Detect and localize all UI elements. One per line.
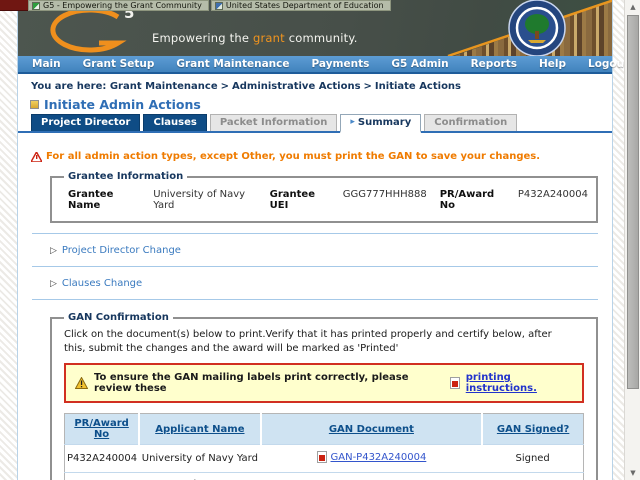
ed-favicon-icon — [214, 1, 223, 10]
cell-gan-document: GAN-P432A240004 — [260, 444, 483, 473]
grantee-uei-value: GGG777HHH888 — [342, 189, 427, 200]
section-clauses-change[interactable]: ▷ Clauses Change — [50, 278, 612, 289]
printing-alert: To ensure the GAN mailing labels print c… — [64, 363, 584, 403]
breadcrumb-item-administrative-actions[interactable]: Administrative Actions — [232, 81, 361, 92]
department-of-education-seal — [508, 0, 566, 56]
column-header-pr-award-no[interactable]: PR/Award No — [74, 418, 129, 440]
pr-award-no-label: PR/Award No — [439, 189, 495, 211]
window-tab-bar: G5 - Empowering the Grant Community Unit… — [28, 0, 391, 11]
section-project-director-change-label: Project Director Change — [61, 245, 181, 256]
grantee-uei-label: Grantee UEI — [269, 189, 315, 211]
g5-favicon-icon — [32, 1, 40, 10]
nav-item-reports[interactable]: Reports — [471, 58, 517, 70]
cell-award-no: P432A240004 — [64, 444, 140, 473]
breadcrumb-item-grant-maintenance[interactable]: Grant Maintenance — [110, 81, 218, 92]
breadcrumb: You are here: Grant Maintenance > Administ… — [18, 74, 612, 92]
breadcrumb-label: You are here: — [31, 81, 107, 92]
collapsed-arrow-icon: ▷ — [50, 245, 57, 256]
window-tab-label: G5 - Empowering the Grant Community — [43, 1, 202, 10]
collapsed-arrow-icon: ▷ — [50, 278, 57, 289]
grantee-information-section: Grantee Information Grantee Name Univers… — [50, 171, 598, 223]
pr-award-no-value: P432A240004 — [517, 189, 588, 200]
nav-item-payments[interactable]: Payments — [312, 58, 370, 70]
page-title-icon — [30, 100, 39, 109]
printing-alert-text: To ensure the GAN mailing labels print c… — [94, 372, 409, 394]
column-header-gan-document[interactable]: GAN Document — [329, 424, 414, 435]
page-title: Initiate Admin Actions — [44, 97, 201, 112]
main-nav: Main Grant Setup Grant Maintenance Payme… — [18, 56, 629, 74]
section-project-director-change[interactable]: ▷ Project Director Change — [50, 245, 612, 256]
cell-applicant-name: University of Navy Yard — [139, 444, 261, 473]
gan-document-table: PR/Award No Applicant Name GAN Document … — [64, 413, 584, 480]
tab-clauses[interactable]: Clauses — [143, 114, 207, 131]
current-tab-icon: ▸ — [350, 117, 355, 127]
window-corner-fragment — [0, 0, 28, 11]
pdf-icon[interactable] — [316, 451, 327, 463]
tab-project-director[interactable]: Project Director — [31, 114, 141, 131]
gan-confirmation-legend: GAN Confirmation — [68, 312, 169, 323]
pdf-icon — [449, 377, 460, 389]
window-tab-ed[interactable]: United States Department of Education — [210, 0, 391, 11]
divider — [32, 233, 598, 234]
cell-applicant-name: Merged GAN not available — [139, 472, 261, 480]
vertical-scrollbar[interactable]: ▲ ▼ — [624, 0, 640, 480]
gan-print-warning: For all admin action types, except Other… — [31, 151, 612, 162]
window-tab-g5[interactable]: G5 - Empowering the Grant Community — [28, 0, 209, 11]
grantee-information-legend: Grantee Information — [68, 171, 184, 182]
nav-item-g5-admin[interactable]: G5 Admin — [391, 58, 448, 70]
grantee-name-value: University of Navy Yard — [153, 189, 246, 211]
section-clauses-change-label: Clauses Change — [61, 278, 143, 289]
column-header-applicant-name[interactable]: Applicant Name — [155, 424, 244, 435]
scroll-down-icon[interactable]: ▼ — [625, 466, 640, 480]
tab-confirmation: Confirmation — [424, 114, 518, 131]
divider — [32, 299, 598, 300]
app-window: 5 Empowering the grant community. Main G… — [17, 0, 629, 480]
gan-instructions: Click on the document(s) below to print.… — [64, 329, 552, 354]
printing-instructions-link[interactable]: printing instructions. — [466, 372, 573, 394]
column-header-gan-signed[interactable]: GAN Signed? — [497, 424, 569, 435]
warning-text: For all admin action types, except Other… — [46, 151, 541, 162]
nav-item-main[interactable]: Main — [32, 58, 61, 70]
warning-triangle-icon — [31, 151, 42, 162]
tab-summary[interactable]: ▸ Summary — [340, 114, 422, 133]
table-row: Merged GAN not available N/A — [64, 472, 584, 480]
grantee-name-label: Grantee Name — [68, 189, 114, 211]
scroll-up-icon[interactable]: ▲ — [625, 0, 640, 14]
cell-gan-signed: Signed — [482, 444, 584, 473]
breadcrumb-separator: > — [363, 81, 372, 92]
alert-triangle-icon — [75, 377, 88, 389]
table-header-row: PR/Award No Applicant Name GAN Document … — [64, 413, 584, 445]
tagline: Empowering the grant community. — [152, 31, 358, 45]
nav-item-logout[interactable]: Logout — [588, 58, 629, 70]
cell-gan-document: N/A — [260, 472, 483, 480]
tab-packet-information: Packet Information — [209, 114, 338, 131]
window-tab-label: United States Department of Education — [225, 1, 384, 10]
scrollbar-thumb[interactable] — [627, 15, 639, 389]
nav-item-help[interactable]: Help — [539, 58, 566, 70]
nav-item-grant-setup[interactable]: Grant Setup — [83, 58, 155, 70]
nav-item-grant-maintenance[interactable]: Grant Maintenance — [176, 58, 289, 70]
tab-bar: Project Director Clauses Packet Informat… — [18, 114, 612, 133]
cell-award-no — [64, 472, 140, 480]
g5-logo — [50, 7, 127, 53]
cell-gan-signed — [482, 472, 584, 480]
gan-document-link[interactable]: GAN-P432A240004 — [331, 452, 427, 463]
gan-confirmation-section: GAN Confirmation Click on the document(s… — [50, 312, 598, 480]
breadcrumb-separator: > — [220, 81, 230, 92]
tab-summary-label: Summary — [357, 117, 412, 128]
table-row: P432A240004 University of Navy Yard GAN-… — [64, 444, 584, 473]
divider — [32, 266, 598, 267]
breadcrumb-item-initiate-actions[interactable]: Initiate Actions — [375, 81, 461, 92]
